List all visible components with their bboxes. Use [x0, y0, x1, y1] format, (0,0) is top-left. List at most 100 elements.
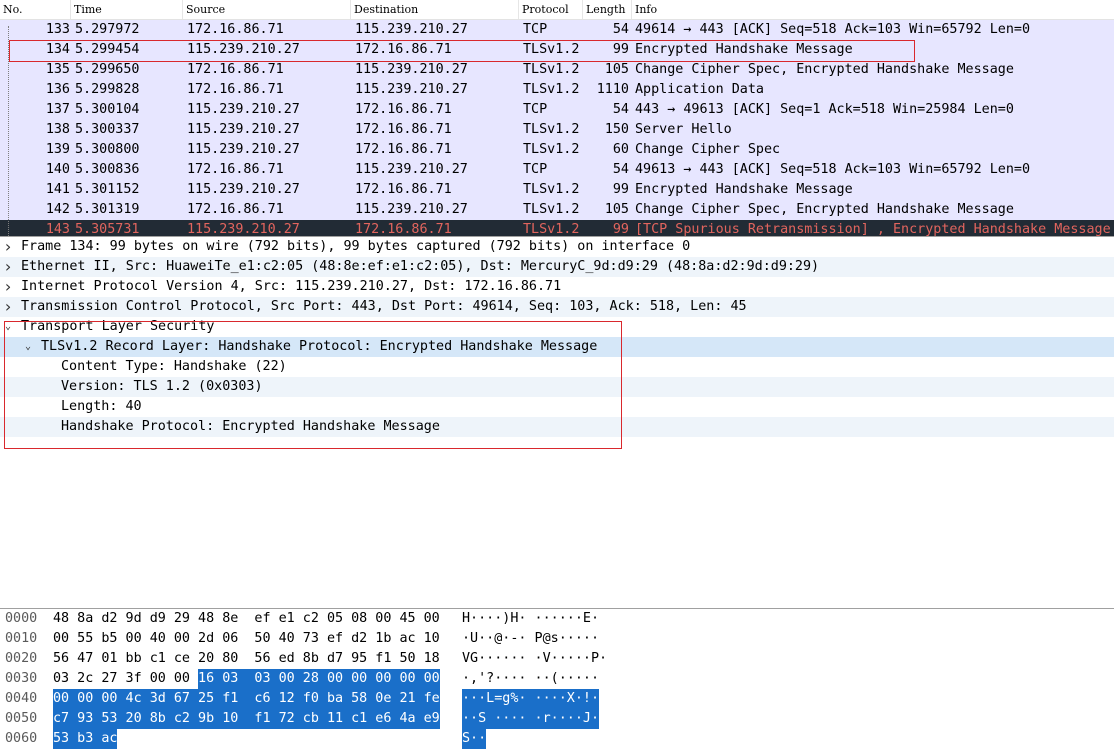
hex-byte[interactable]: 28 [302, 669, 319, 689]
hex-byte[interactable]: 40 [150, 629, 166, 649]
hex-byte[interactable]: 16 [198, 669, 215, 689]
hex-byte[interactable]: 00 [326, 669, 344, 689]
detail-row[interactable]: Length: 40 [0, 397, 1114, 417]
hex-byte[interactable]: 12 [278, 689, 295, 709]
expand-arrow-icon[interactable]: ⌄ [1, 317, 15, 337]
packet-row[interactable]: 139 5.300800 115.239.210.27 172.16.86.71 TLS… [0, 140, 1114, 160]
hex-byte[interactable]: cb [302, 709, 319, 729]
hex-byte[interactable]: 00 [399, 669, 416, 689]
packet-row[interactable]: 135 5.299650 172.16.86.71 115.239.210.27 TLS… [0, 60, 1114, 80]
hex-byte[interactable]: c2 [173, 709, 190, 729]
packet-bytes-pane[interactable]: 0000 48 8a d2 9d d9 29 48 8e ef e1 c2 05 08 00 45 00 H···… [0, 608, 1114, 749]
hex-byte[interactable]: 48 [53, 609, 69, 629]
hex-byte[interactable]: 27 [101, 669, 117, 689]
hex-byte[interactable]: 9d [126, 609, 142, 629]
hex-byte[interactable]: d2 [101, 609, 117, 629]
hex-byte[interactable]: 0e [375, 689, 392, 709]
ascii-bytes[interactable]: ·,'?···· ··(····· [462, 669, 599, 689]
hex-byte[interactable]: 01 [101, 649, 117, 669]
hex-byte[interactable]: 93 [77, 709, 94, 729]
hex-byte[interactable]: 95 [351, 649, 367, 669]
hex-byte[interactable]: fe [423, 689, 440, 709]
hex-byte[interactable]: 48 [198, 609, 214, 629]
hex-byte[interactable]: 29 [174, 609, 190, 629]
hex-byte[interactable]: 45 [399, 609, 415, 629]
hex-byte[interactable]: 80 [222, 649, 238, 669]
hex-byte[interactable]: 20 [198, 649, 214, 669]
hex-byte[interactable]: 20 [125, 709, 142, 729]
detail-row[interactable]: Handshake Protocol: Encrypted Handshake … [0, 417, 1114, 437]
column-header-time[interactable]: Time [71, 0, 183, 19]
hex-byte[interactable]: 00 [53, 629, 69, 649]
collapse-arrow-icon[interactable]: › [1, 297, 15, 317]
hex-byte[interactable]: 00 [77, 689, 94, 709]
packet-row[interactable]: 141 5.301152 115.239.210.27 172.16.86.71 TLS… [0, 180, 1114, 200]
hex-byte[interactable]: 58 [351, 689, 368, 709]
packet-row[interactable]: 137 5.300104 115.239.210.27 172.16.86.71 TCP… [0, 100, 1114, 120]
hex-byte[interactable]: 53 [53, 729, 70, 749]
ascii-bytes[interactable]: S·· [462, 729, 487, 749]
ascii-bytes[interactable]: VG······ ·V·····P· [462, 649, 607, 669]
collapse-arrow-icon[interactable]: › [1, 277, 15, 297]
hex-byte[interactable]: 00 [375, 609, 391, 629]
detail-row[interactable]: › Frame 134: 99 bytes on wire (792 bits),… [0, 237, 1114, 257]
hex-byte[interactable]: e6 [375, 709, 392, 729]
detail-row[interactable]: › Ethernet II, Src: HuaweiTe_e1:c2:05 (48… [0, 257, 1114, 277]
hex-byte[interactable]: b3 [77, 729, 94, 749]
hex-byte[interactable]: e1 [279, 609, 295, 629]
hex-byte[interactable]: 00 [278, 669, 295, 689]
hex-byte[interactable]: 06 [222, 629, 238, 649]
hex-byte[interactable]: 00 [174, 669, 190, 689]
hex-byte[interactable]: 56 [254, 649, 270, 669]
hex-bytes[interactable]: 56 47 01 bb c1 ce 20 80 56 ed 8b d7 95 f1 50 18 [53, 649, 440, 669]
hex-byte[interactable]: ef [327, 629, 343, 649]
hex-byte[interactable]: 08 [351, 609, 367, 629]
column-header-info[interactable]: Info [632, 0, 1114, 19]
hex-byte[interactable]: c7 [53, 709, 70, 729]
hex-byte[interactable]: 03 [254, 669, 271, 689]
hex-byte[interactable]: 53 [101, 709, 118, 729]
column-header-destination[interactable]: Destination [351, 0, 519, 19]
hex-byte[interactable]: c1 [351, 709, 368, 729]
detail-row[interactable]: Content Type: Handshake (22) [0, 357, 1114, 377]
hex-byte[interactable]: 40 [279, 629, 295, 649]
hex-byte[interactable]: ce [174, 649, 190, 669]
hex-byte[interactable]: e9 [423, 709, 440, 729]
hex-byte[interactable]: 3d [149, 689, 166, 709]
hex-byte[interactable]: 10 [222, 709, 239, 729]
ascii-bytes[interactable]: H····)H· ······E· [462, 609, 599, 629]
hex-byte[interactable]: 8b [303, 649, 319, 669]
detail-row[interactable]: › Transmission Control Protocol, Src Port… [0, 297, 1114, 317]
hex-byte[interactable]: 21 [399, 689, 416, 709]
hex-bytes[interactable]: 48 8a d2 9d d9 29 48 8e ef e1 c2 05 08 00 45 00 [53, 609, 440, 629]
hex-byte[interactable]: 1b [375, 629, 391, 649]
hex-byte[interactable]: d2 [351, 629, 367, 649]
ascii-bytes[interactable]: ···L=g%· ····X·!· [462, 689, 600, 709]
hex-byte[interactable]: 3f [126, 669, 142, 689]
hex-bytes[interactable]: 53 b3 ac [53, 729, 118, 749]
hex-byte[interactable]: 8b [149, 709, 166, 729]
hex-byte[interactable]: 2d [198, 629, 214, 649]
hex-byte[interactable]: 25 [198, 689, 215, 709]
packet-row[interactable]: 133 5.297972 172.16.86.71 115.239.210.27 TCP… [0, 20, 1114, 40]
hex-byte[interactable]: 11 [326, 709, 344, 729]
packet-row[interactable]: 142 5.301319 172.16.86.71 115.239.210.27 TLS… [0, 200, 1114, 220]
hex-byte[interactable]: ac [399, 629, 415, 649]
hex-byte[interactable]: c2 [303, 609, 319, 629]
hex-bytes[interactable]: 03 2c 27 3f 00 00 16 03 03 00 28 00 00 00 00 00 [53, 669, 440, 689]
detail-row[interactable]: ⌄ Transport Layer Security [0, 317, 1114, 337]
hex-byte[interactable]: ba [326, 689, 344, 709]
hex-byte[interactable]: 72 [278, 709, 295, 729]
hex-byte[interactable]: 10 [424, 629, 440, 649]
hex-byte[interactable]: f1 [222, 689, 239, 709]
column-header-source[interactable]: Source [183, 0, 351, 19]
hex-byte[interactable]: 00 [126, 629, 142, 649]
hex-byte[interactable]: 67 [173, 689, 190, 709]
packet-row[interactable]: 140 5.300836 172.16.86.71 115.239.210.27 TCP… [0, 160, 1114, 180]
hex-bytes[interactable]: 00 55 b5 00 40 00 2d 06 50 40 73 ef d2 1b ac 10 [53, 629, 440, 649]
hex-byte[interactable]: 8a [77, 609, 93, 629]
ascii-bytes[interactable]: ·U··@·-· P@s····· [462, 629, 599, 649]
detail-row[interactable]: ⌄ TLSv1.2 Record Layer: Handshake Protoco… [0, 337, 1114, 357]
hex-byte[interactable]: c6 [254, 689, 271, 709]
hex-byte[interactable]: 73 [303, 629, 319, 649]
